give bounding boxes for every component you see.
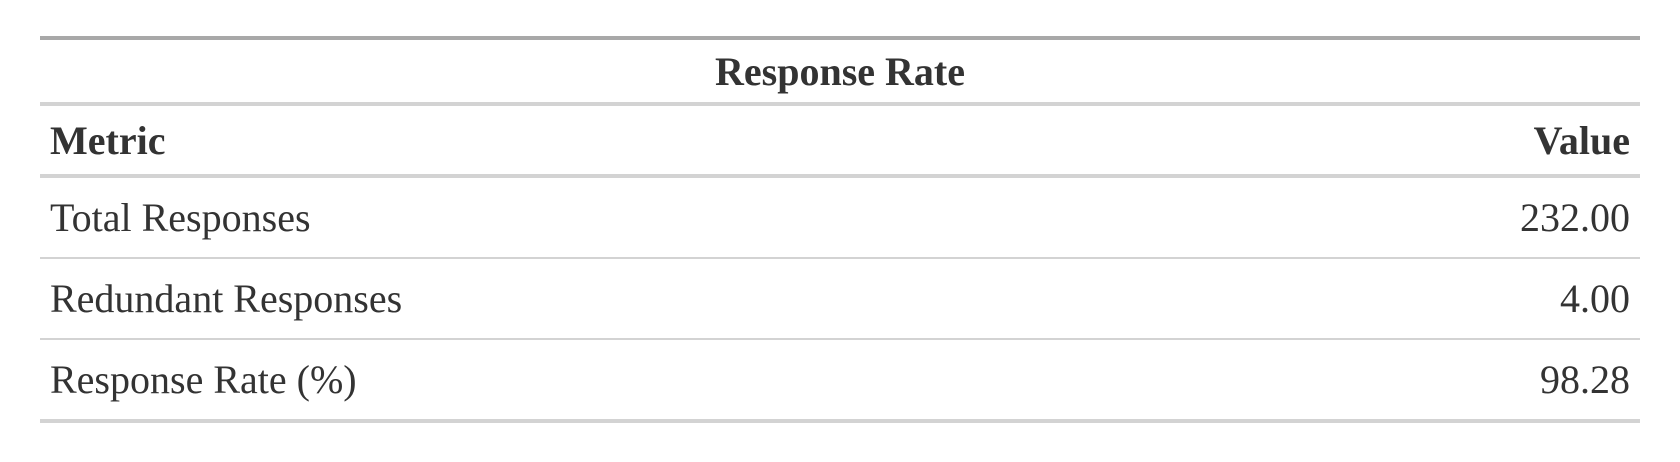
value-cell: 98.28	[1225, 339, 1640, 423]
table-body: Total Responses 232.00 Redundant Respons…	[40, 176, 1640, 423]
column-header-metric: Metric	[40, 104, 1226, 178]
table-title-row: Response Rate	[40, 36, 1640, 106]
table-row: Redundant Responses 4.00	[40, 258, 1640, 340]
value-cell: 4.00	[1225, 258, 1640, 340]
metric-cell: Total Responses	[40, 176, 1226, 259]
table-row: Response Rate (%) 98.28	[40, 339, 1640, 423]
table-row: Total Responses 232.00	[40, 176, 1640, 259]
column-header-row: Metric Value	[40, 104, 1640, 178]
metric-cell: Redundant Responses	[40, 258, 1226, 340]
response-rate-table-container: Response Rate Metric Value Total Respons…	[40, 36, 1640, 423]
response-rate-table: Response Rate Metric Value Total Respons…	[40, 36, 1640, 423]
table-title: Response Rate	[40, 36, 1640, 106]
metric-cell: Response Rate (%)	[40, 339, 1226, 423]
column-header-value: Value	[1225, 104, 1640, 178]
table-header: Response Rate Metric Value	[40, 36, 1640, 178]
value-cell: 232.00	[1225, 176, 1640, 259]
